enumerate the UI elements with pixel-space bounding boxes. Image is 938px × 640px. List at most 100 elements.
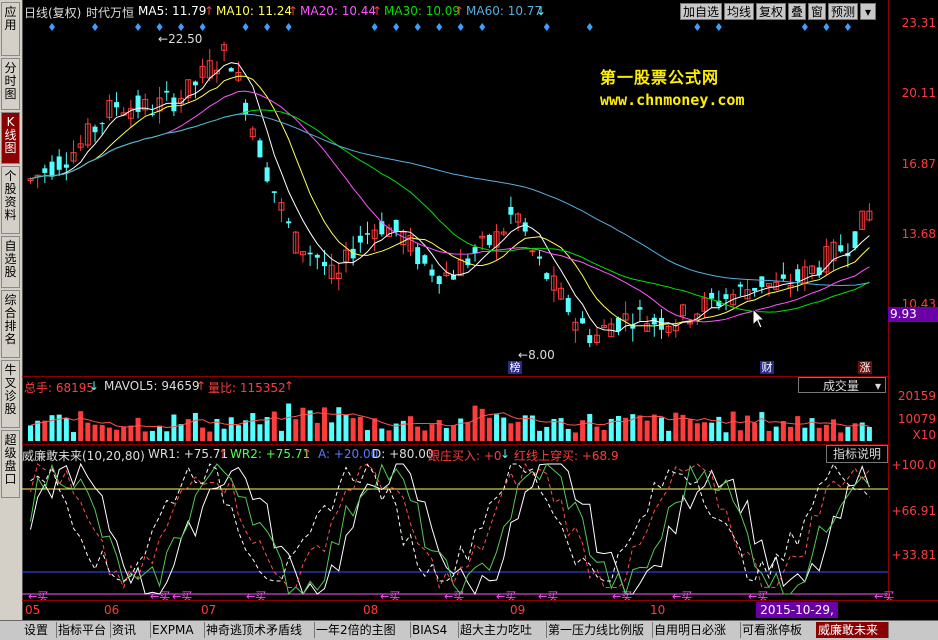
volume-bar (228, 417, 234, 441)
volume-ratio: 量比: 115352 (208, 381, 286, 395)
bottom-tab-bias4[interactable]: BIAS4 (410, 622, 459, 638)
volume-bar (192, 412, 198, 441)
candle-body (565, 297, 571, 313)
bottom-tab-tomorrow-rise[interactable]: 自用明日必涨 (652, 622, 741, 638)
volume-bar (207, 431, 213, 441)
candle-body (723, 294, 729, 299)
indicator-wr1-arrow: ↑ (218, 447, 229, 461)
price-label-2: 20.11 (901, 86, 936, 100)
tag-bang[interactable]: 榜 (508, 361, 522, 374)
volume-bar (278, 430, 284, 441)
left-sidebar: 应用 分时图 K线图 个股资料 自选股 综合排名 牛叉诊股 超级盘口 (0, 0, 23, 620)
sidebar-tab-ranking[interactable]: 综合排名 (1, 290, 20, 358)
volume-bar (816, 427, 822, 441)
signal-diamond-icon (92, 23, 99, 31)
volume-unit: X10 (912, 428, 937, 442)
volume-bar (601, 429, 607, 441)
kline-chart[interactable] (22, 0, 938, 620)
date-label-05: 05 (25, 603, 41, 617)
sidebar-tab-kline[interactable]: K线图 (1, 112, 20, 164)
candle-body (522, 222, 528, 232)
candle-body (436, 276, 442, 285)
candle-body (257, 140, 263, 158)
candle-body (49, 161, 55, 177)
price-axis-line (888, 0, 889, 600)
volume-bar (415, 426, 421, 441)
volume-bar (264, 417, 270, 441)
sidebar-tab-super-panel[interactable]: 超级盘口 (1, 430, 20, 498)
bottom-tab-main-force[interactable]: 超大主力吃吐 (458, 622, 547, 638)
tag-zhang[interactable]: 涨 (858, 361, 872, 374)
bottom-tab-pressure-line[interactable]: 第一压力线比例版 (546, 622, 653, 638)
volume-indicator-select[interactable]: 成交量 ▾ (798, 377, 886, 393)
tag-cai[interactable]: 财 (760, 361, 774, 374)
candle-body (422, 255, 428, 264)
candle-body (852, 231, 858, 249)
indicator-wr2-arrow: ↑ (302, 447, 313, 461)
volume-bar (357, 416, 363, 441)
current-price-tag: 9.93 (888, 307, 938, 322)
buy-signal-tag: ←买 (538, 590, 559, 603)
volume-bar (730, 411, 736, 441)
candle-body (508, 206, 514, 215)
bottom-tab-williams[interactable]: 威廉敢未来 (816, 622, 889, 638)
sidebar-tab-stock-info[interactable]: 个股资料 (1, 166, 20, 234)
volume-bar (429, 424, 435, 441)
volume-bar (271, 411, 277, 441)
signal-diamond-icon (694, 23, 701, 31)
sidebar-tab-watchlist[interactable]: 自选股 (1, 236, 20, 288)
bottom-tab-escape-top[interactable]: 神奇逃顶术矛盾线 (204, 622, 315, 638)
candle-body (393, 219, 399, 232)
volume-bar (307, 410, 313, 441)
date-label-08: 08 (363, 603, 379, 617)
candle-body (56, 156, 62, 170)
bottom-tab-bar: 设置 指标平台 资讯 EXPMA 神奇逃顶术矛盾线 一年2倍的主图 BIAS4 … (0, 620, 938, 640)
volume-bar (501, 417, 507, 441)
candle-body (321, 261, 327, 267)
ma30-line (30, 109, 870, 313)
volume-bar (286, 403, 292, 441)
candle-body (580, 318, 586, 324)
volume-bar (587, 414, 593, 441)
volume-bar (343, 414, 349, 441)
volume-bar (723, 432, 729, 441)
candle-body (171, 97, 177, 112)
sidebar-tab-app[interactable]: 应用 (1, 2, 20, 56)
volume-bar (78, 411, 84, 441)
bottom-tab-indicator-platform[interactable]: 指标平台 (56, 622, 111, 638)
signal-diamond-icon (264, 23, 271, 31)
volume-bar (494, 414, 500, 441)
volume-bar (788, 426, 794, 441)
candle-body (271, 191, 277, 193)
candle-body (737, 284, 743, 287)
bottom-tab-double-main[interactable]: 一年2倍的主图 (314, 622, 411, 638)
volume-bar (673, 412, 679, 441)
volume-bar (99, 425, 105, 441)
candle-body (529, 250, 536, 253)
volume-bar (92, 424, 98, 441)
signal-diamond-icon (156, 23, 163, 31)
bottom-tab-expma[interactable]: EXPMA (150, 622, 205, 638)
signal-diamond-icon (199, 23, 206, 31)
sidebar-tab-intraday[interactable]: 分时图 (1, 58, 20, 110)
candle-body (709, 292, 715, 299)
volume-bar (386, 430, 392, 441)
candle-body (114, 102, 120, 108)
volume-bar (658, 417, 664, 441)
volume-bar (157, 425, 163, 441)
sidebar-tab-diagnosis[interactable]: 牛叉诊股 (1, 360, 20, 428)
chevron-down-icon: ▾ (874, 379, 881, 393)
volume-bar (114, 429, 120, 441)
indicator-divider (22, 444, 888, 445)
bottom-tab-news[interactable]: 资讯 (110, 622, 151, 638)
bottom-tab-settings[interactable]: 设置 (22, 622, 57, 638)
volume-bar (479, 408, 485, 441)
indicator-help-button[interactable]: 指标说明 (826, 445, 888, 463)
volume-bar (752, 422, 758, 441)
bottom-tab-limit-up[interactable]: 可看涨停板 (740, 622, 817, 638)
volume-bar (572, 432, 578, 441)
volume-ratio-arrow: ↑ (284, 379, 295, 393)
signal-diamond-icon (393, 23, 400, 31)
signal-diamond-icon (436, 23, 443, 31)
indicator-follow: 跟庄买入: +0 (428, 449, 502, 463)
